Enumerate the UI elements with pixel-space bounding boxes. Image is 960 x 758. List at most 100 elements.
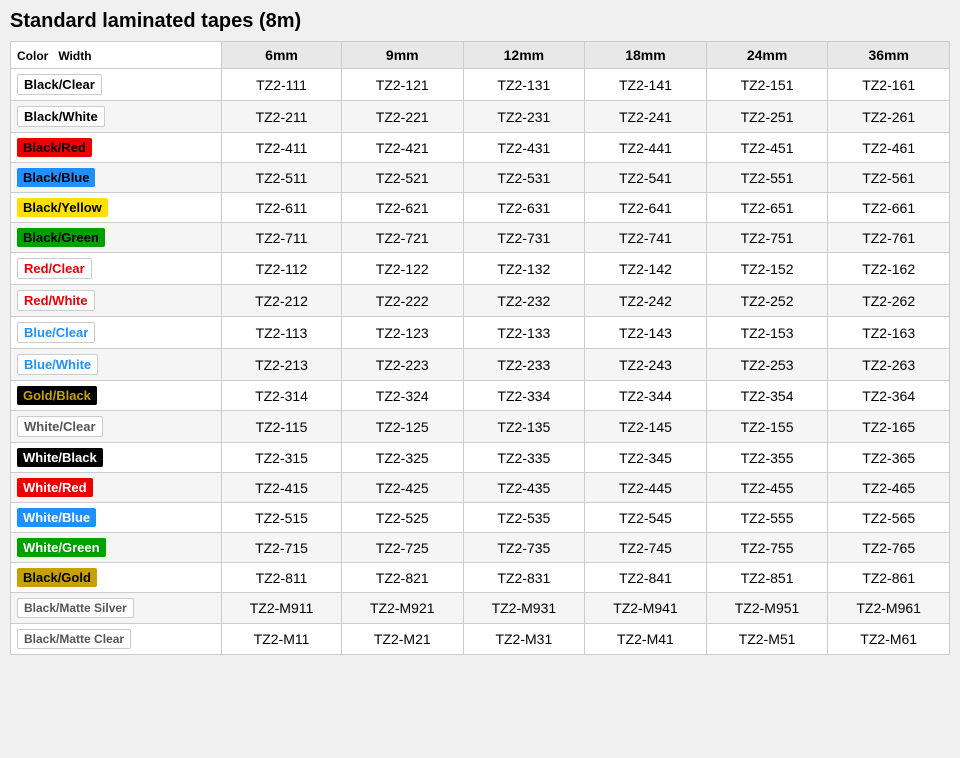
code-cell: TZ2-515 — [222, 503, 342, 533]
code-cell: TZ2-315 — [222, 443, 342, 473]
code-cell: TZ2-M921 — [341, 593, 463, 624]
code-cell: TZ2-521 — [341, 163, 463, 193]
color-label: Black/Red — [17, 138, 92, 157]
code-cell: TZ2-355 — [706, 443, 828, 473]
tape-table: Color Width 6mm 9mm 12mm 18mm 24mm 36mm … — [10, 41, 950, 655]
code-cell: TZ2-112 — [222, 253, 342, 285]
color-label: Black/Blue — [17, 168, 95, 187]
color-cell: Black/Green — [11, 223, 222, 253]
code-cell: TZ2-142 — [585, 253, 707, 285]
color-cell: White/Red — [11, 473, 222, 503]
color-cell: Black/Matte Silver — [11, 593, 222, 624]
code-cell: TZ2-525 — [341, 503, 463, 533]
color-cell: White/Black — [11, 443, 222, 473]
code-cell: TZ2-745 — [585, 533, 707, 563]
code-cell: TZ2-731 — [463, 223, 585, 253]
code-cell: TZ2-122 — [341, 253, 463, 285]
table-row: White/ClearTZ2-115TZ2-125TZ2-135TZ2-145T… — [11, 411, 950, 443]
color-label: Blue/Clear — [17, 322, 95, 343]
code-cell: TZ2-M31 — [463, 624, 585, 655]
table-row: Blue/WhiteTZ2-213TZ2-223TZ2-233TZ2-243TZ… — [11, 349, 950, 381]
code-cell: TZ2-135 — [463, 411, 585, 443]
code-cell: TZ2-755 — [706, 533, 828, 563]
code-cell: TZ2-165 — [828, 411, 950, 443]
table-row: Black/Matte ClearTZ2-M11TZ2-M21TZ2-M31 TZ… — [11, 624, 950, 655]
code-cell: TZ2-153 — [706, 317, 828, 349]
color-label: Black/Green — [17, 228, 105, 247]
code-cell: TZ2-212 — [222, 285, 342, 317]
color-cell: White/Green — [11, 533, 222, 563]
code-cell: TZ2-561 — [828, 163, 950, 193]
code-cell: TZ2-M951 — [706, 593, 828, 624]
code-cell: TZ2-M961 — [828, 593, 950, 624]
page-title: Standard laminated tapes (8m) — [10, 10, 950, 33]
code-cell: TZ2-551 — [706, 163, 828, 193]
table-row: Black/WhiteTZ2-211TZ2-221TZ2-231TZ2-241T… — [11, 101, 950, 133]
code-cell: TZ2-M51 — [706, 624, 828, 655]
code-cell: TZ2-715 — [222, 533, 342, 563]
code-cell: TZ2-222 — [341, 285, 463, 317]
color-label: White/Red — [17, 478, 93, 497]
code-cell: TZ2-545 — [585, 503, 707, 533]
color-cell: Black/Matte Clear — [11, 624, 222, 655]
code-cell: TZ2-252 — [706, 285, 828, 317]
color-label: White/Green — [17, 538, 106, 557]
code-cell: TZ2-314 — [222, 381, 342, 411]
code-cell: TZ2-555 — [706, 503, 828, 533]
color-label: White/Blue — [17, 508, 96, 527]
code-cell: TZ2-425 — [341, 473, 463, 503]
color-cell: Black/Gold — [11, 563, 222, 593]
color-cell: Black/White — [11, 101, 222, 133]
code-cell: TZ2-631 — [463, 193, 585, 223]
code-cell: TZ2-263 — [828, 349, 950, 381]
color-label: Black/Clear — [17, 74, 102, 95]
code-cell: TZ2-325 — [341, 443, 463, 473]
code-cell: TZ2-735 — [463, 533, 585, 563]
code-cell: TZ2-123 — [341, 317, 463, 349]
code-cell: TZ2-721 — [341, 223, 463, 253]
code-cell: TZ2-411 — [222, 133, 342, 163]
code-cell: TZ2-M61 — [828, 624, 950, 655]
code-cell: TZ2-211 — [222, 101, 342, 133]
code-cell: TZ2-364 — [828, 381, 950, 411]
header-9mm: 9mm — [341, 42, 463, 69]
header-36mm: 36mm — [828, 42, 950, 69]
table-header-row: Color Width 6mm 9mm 12mm 18mm 24mm 36mm — [11, 42, 950, 69]
color-label: White/Clear — [17, 416, 103, 437]
code-cell: TZ2-811 — [222, 563, 342, 593]
color-label: Black/White — [17, 106, 105, 127]
table-row: Black/YellowTZ2-611TZ2-621TZ2-631TZ2-641… — [11, 193, 950, 223]
table-row: White/BlackTZ2-315TZ2-325TZ2-335TZ2-345T… — [11, 443, 950, 473]
code-cell: TZ2-455 — [706, 473, 828, 503]
code-cell: TZ2-611 — [222, 193, 342, 223]
code-cell: TZ2-151 — [706, 69, 828, 101]
table-row: Red/WhiteTZ2-212TZ2-222TZ2-232TZ2-242TZ2… — [11, 285, 950, 317]
code-cell: TZ2-461 — [828, 133, 950, 163]
header-12mm: 12mm — [463, 42, 585, 69]
header-6mm: 6mm — [222, 42, 342, 69]
code-cell: TZ2-145 — [585, 411, 707, 443]
table-row: White/BlueTZ2-515TZ2-525TZ2-535TZ2-545TZ… — [11, 503, 950, 533]
code-cell: TZ2-334 — [463, 381, 585, 411]
code-cell: TZ2-761 — [828, 223, 950, 253]
code-cell: TZ2-133 — [463, 317, 585, 349]
code-cell: TZ2-M11 — [222, 624, 342, 655]
code-cell: TZ2-M21 — [341, 624, 463, 655]
table-row: Black/Matte SilverTZ2-M911TZ2-M921TZ2-M9… — [11, 593, 950, 624]
table-row: White/RedTZ2-415TZ2-425TZ2-435TZ2-445TZ2… — [11, 473, 950, 503]
color-cell: Black/Clear — [11, 69, 222, 101]
code-cell: TZ2-132 — [463, 253, 585, 285]
color-cell: Red/Clear — [11, 253, 222, 285]
code-cell: TZ2-421 — [341, 133, 463, 163]
code-cell: TZ2-243 — [585, 349, 707, 381]
color-label: Black/Gold — [17, 568, 97, 587]
code-cell: TZ2-711 — [222, 223, 342, 253]
color-label: Black/Yellow — [17, 198, 108, 217]
header-24mm: 24mm — [706, 42, 828, 69]
code-cell: TZ2-354 — [706, 381, 828, 411]
color-label: Black/Matte Silver — [17, 598, 134, 618]
code-cell: TZ2-113 — [222, 317, 342, 349]
color-width-header: Color Width — [11, 42, 222, 69]
code-cell: TZ2-431 — [463, 133, 585, 163]
color-label: Blue/White — [17, 354, 98, 375]
